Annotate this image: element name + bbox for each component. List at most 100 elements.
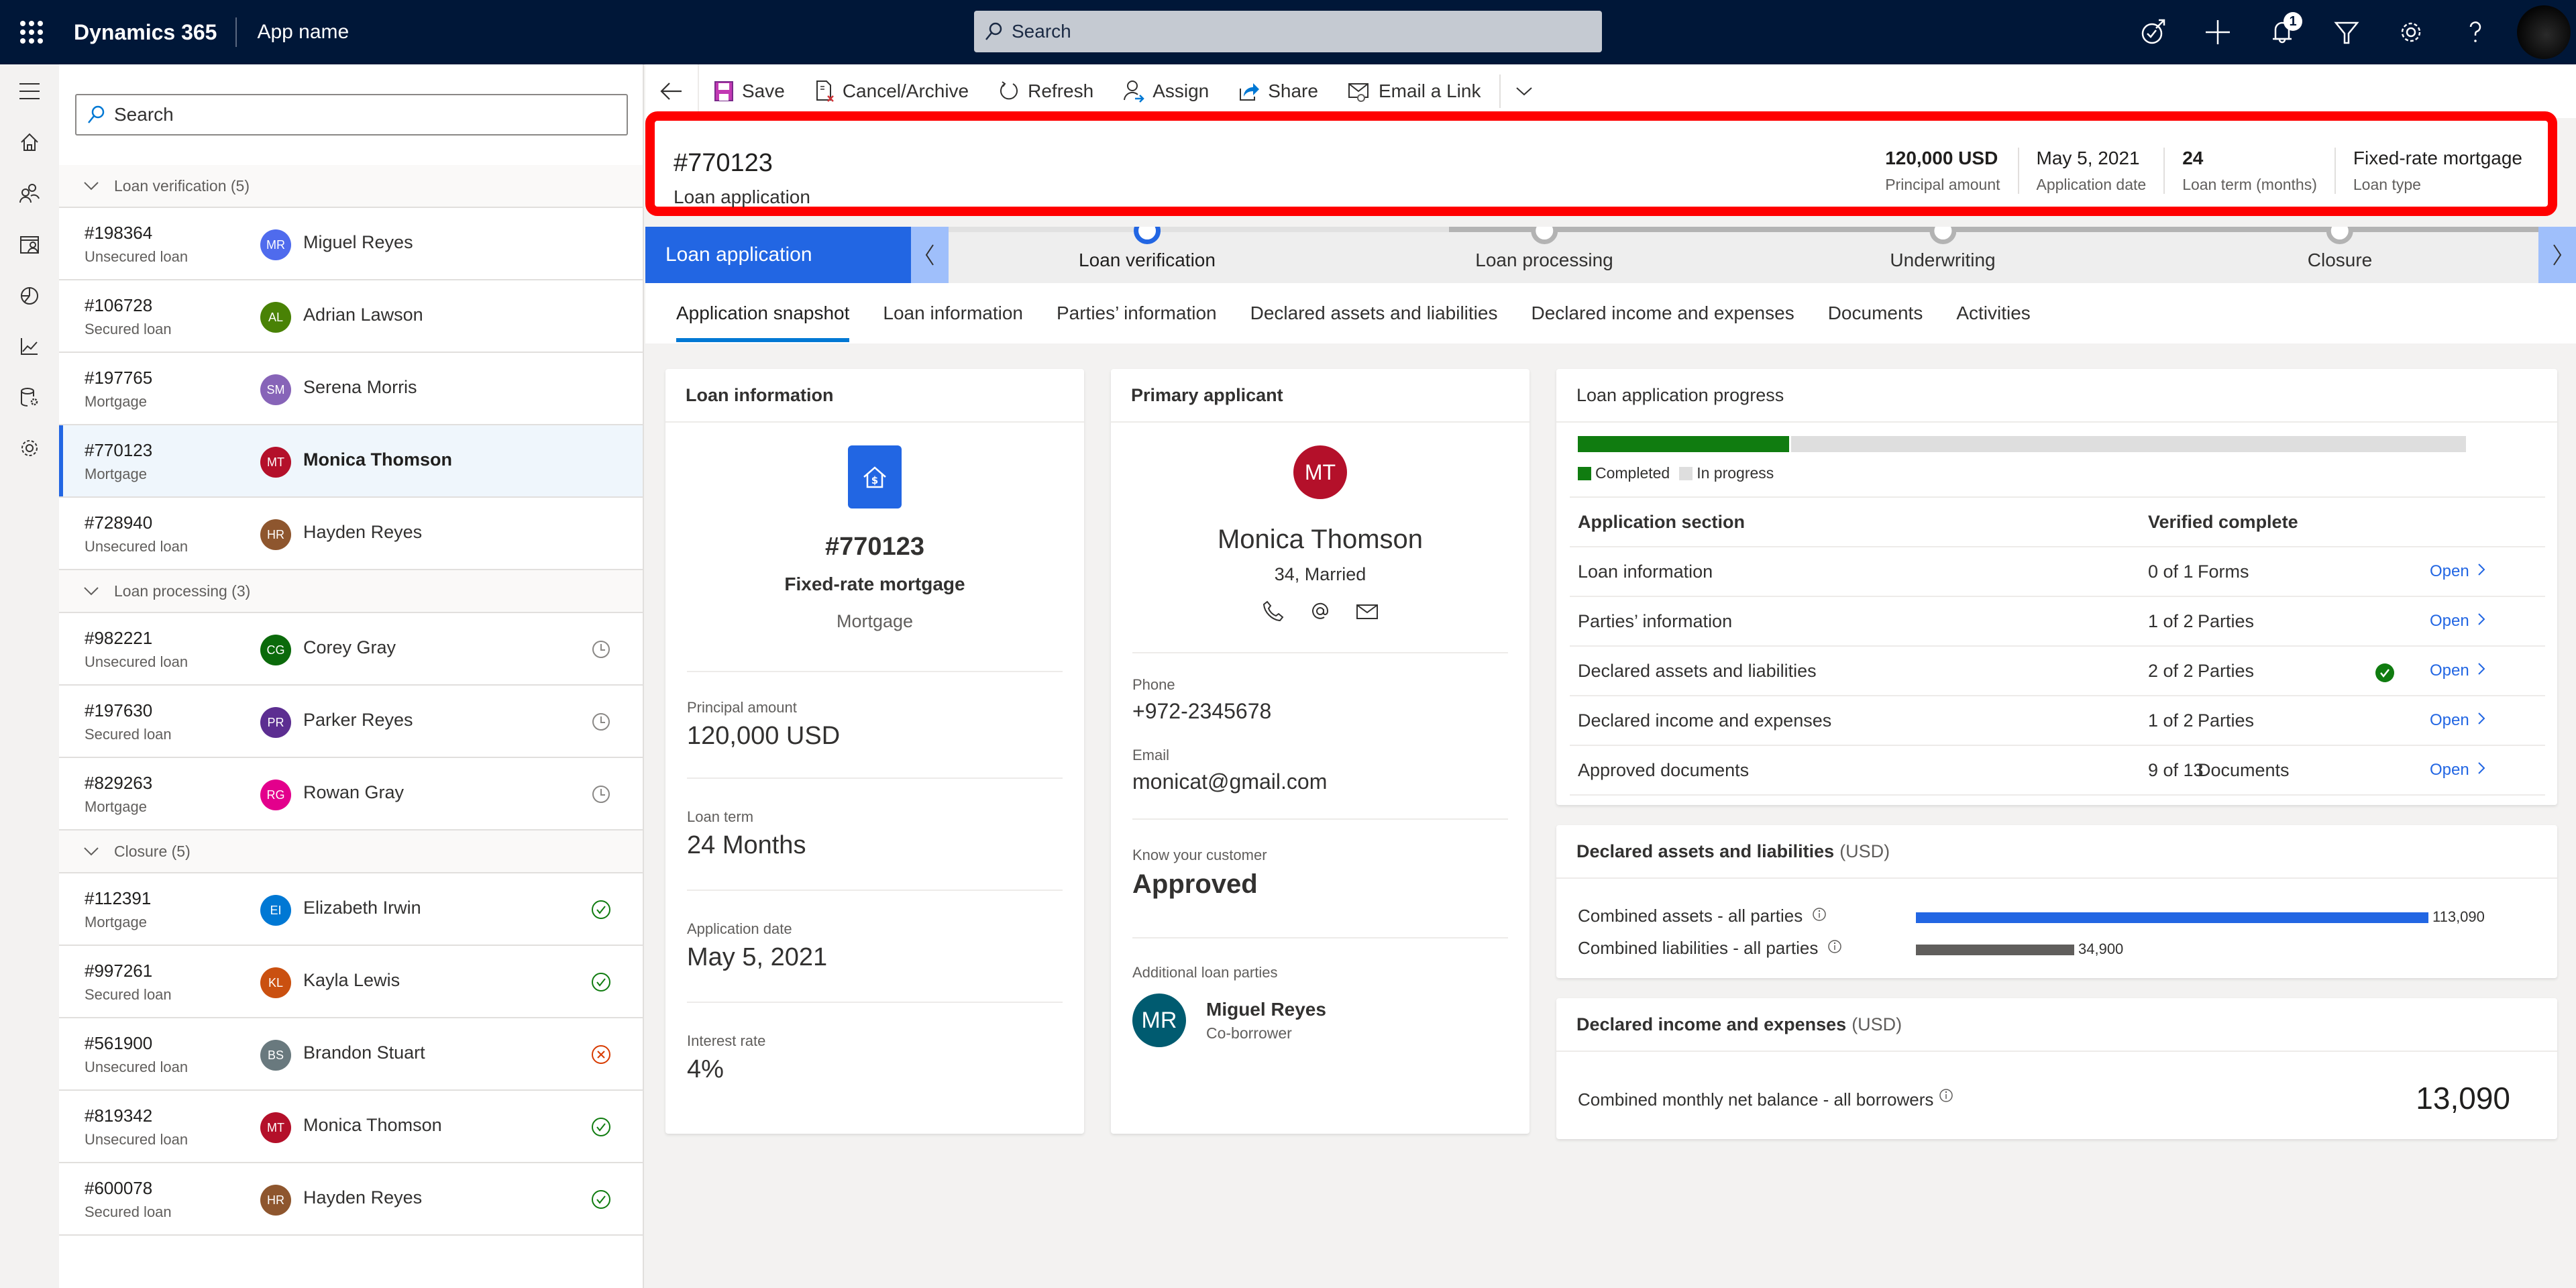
- progress-legend: Completed In progress: [1578, 464, 1774, 482]
- open-link[interactable]: Open: [2430, 711, 2487, 731]
- party-avatar: MR: [1132, 994, 1186, 1047]
- list-item[interactable]: #770123 Mortgage MT Monica Thomson: [59, 425, 643, 498]
- applicant-name: Kayla Lewis: [303, 970, 400, 990]
- avatar: SM: [260, 374, 291, 405]
- clock-icon: [590, 639, 612, 660]
- stage-label: Loan verification: [1079, 250, 1216, 270]
- info-icon[interactable]: [1939, 1088, 1953, 1103]
- stage-indicator: [1929, 227, 1956, 244]
- app-launcher-button[interactable]: [0, 0, 63, 64]
- list-item[interactable]: #106728 Secured loan AL Adrian Lawson: [59, 280, 643, 353]
- app-name[interactable]: App name: [237, 21, 349, 44]
- list-item[interactable]: #600078 Secured loan HR Hayden Reyes: [59, 1163, 643, 1236]
- bar-label-text: Combined assets - all parties: [1578, 906, 1803, 926]
- bpf-process-name[interactable]: Loan application: [645, 227, 911, 283]
- list-item[interactable]: #982221 Unsecured loan CG Corey Gray: [59, 613, 643, 686]
- rail-analytics[interactable]: [0, 270, 59, 321]
- check-circle-icon: [590, 1116, 612, 1138]
- cancel-archive-button[interactable]: Cancel/Archive: [800, 64, 983, 118]
- bpf-stage[interactable]: Loan processing: [1475, 217, 1613, 271]
- list-item[interactable]: #728940 Unsecured loan HR Hayden Reyes: [59, 498, 643, 570]
- open-link[interactable]: Open: [2430, 612, 2487, 631]
- list-search-input[interactable]: Search: [75, 94, 628, 136]
- section-name: Loan information: [1578, 561, 1713, 582]
- settings-button[interactable]: [2379, 0, 2443, 64]
- phone-value[interactable]: +972-2345678: [1132, 699, 1508, 724]
- assign-button[interactable]: Assign: [1108, 64, 1224, 118]
- rail-home[interactable]: [0, 117, 59, 168]
- bpf-stage[interactable]: Loan verification: [1079, 217, 1216, 271]
- user-avatar[interactable]: [2517, 5, 2571, 59]
- mail-icon[interactable]: [1356, 600, 1379, 623]
- loan-number: #770123: [825, 533, 924, 561]
- tab[interactable]: Loan information: [883, 283, 1023, 343]
- avatar: EI: [260, 895, 291, 926]
- tab[interactable]: Declared income and expenses: [1531, 283, 1794, 343]
- party-item[interactable]: MR Miguel Reyes Co-borrower: [1111, 994, 1529, 1047]
- rail-menu-button[interactable]: [0, 66, 59, 117]
- list-item[interactable]: #829263 Mortgage RG Rowan Gray: [59, 758, 643, 830]
- legend-swatch-in-progress: [1679, 466, 1693, 480]
- loan-type: Mortgage: [85, 393, 147, 410]
- nav-rail: [0, 64, 59, 1288]
- info-icon[interactable]: [1818, 938, 1842, 959]
- applicant-name: Hayden Reyes: [303, 1187, 423, 1208]
- rail-reports[interactable]: [0, 321, 59, 372]
- rail-data-settings[interactable]: [0, 372, 59, 423]
- list-item[interactable]: #197765 Mortgage SM Serena Morris: [59, 353, 643, 425]
- loan-type: Unsecured loan: [85, 653, 189, 670]
- list-item[interactable]: #198364 Unsecured loan MR Miguel Reyes: [59, 208, 643, 280]
- help-button[interactable]: [2443, 0, 2508, 64]
- card-title-unit: (USD): [1839, 841, 1890, 861]
- bpf-previous-button[interactable]: [911, 227, 949, 283]
- rail-appointments[interactable]: [0, 219, 59, 270]
- list-item[interactable]: #997261 Secured loan KL Kayla Lewis: [59, 946, 643, 1018]
- brand-name[interactable]: Dynamics 365: [63, 20, 235, 45]
- tab[interactable]: Documents: [1828, 283, 1923, 343]
- list-item[interactable]: #819342 Unsecured loan MT Monica Thomson: [59, 1091, 643, 1163]
- bpf-stage[interactable]: Underwriting: [1890, 217, 1996, 271]
- progress-bar-completed: [1578, 436, 1791, 452]
- rail-contacts[interactable]: [0, 168, 59, 219]
- group-header[interactable]: Loan verification (5): [59, 165, 643, 208]
- header-field: 120,000 USD Principal amount: [1868, 148, 2017, 194]
- group-header[interactable]: Closure (5): [59, 830, 643, 873]
- tab[interactable]: Parties’ information: [1057, 283, 1217, 343]
- list-item[interactable]: #561900 Unsecured loan BS Brandon Stuart: [59, 1018, 643, 1091]
- bpf-next-button[interactable]: [2538, 227, 2576, 283]
- new-record-button[interactable]: [2186, 0, 2250, 64]
- at-sign-icon[interactable]: [1309, 600, 1332, 623]
- notifications-button[interactable]: 1: [2250, 0, 2314, 64]
- back-button[interactable]: [645, 64, 699, 118]
- group-header[interactable]: Loan processing (3): [59, 570, 643, 613]
- list-item[interactable]: #112391 Mortgage EI Elizabeth Irwin: [59, 873, 643, 946]
- header-field-label: Loan type: [2353, 176, 2421, 193]
- task-flow-button[interactable]: [2121, 0, 2186, 64]
- rail-settings[interactable]: [0, 423, 59, 474]
- filter-button[interactable]: [2314, 0, 2379, 64]
- progress-row: Declared assets and liabilities 2 of 2 Par…: [1570, 647, 2545, 696]
- loan-id: #819342: [85, 1106, 153, 1126]
- tab[interactable]: Application snapshot: [676, 283, 850, 343]
- avatar: MT: [260, 447, 291, 478]
- bpf-stage[interactable]: Closure: [2308, 217, 2372, 271]
- global-search-input[interactable]: Search: [974, 11, 1602, 52]
- list-item[interactable]: #197630 Secured loan PR Parker Reyes: [59, 686, 643, 758]
- share-button[interactable]: Share: [1224, 64, 1333, 118]
- email-value[interactable]: monicat@gmail.com: [1132, 769, 1508, 794]
- assign-icon: [1124, 80, 1144, 103]
- save-button[interactable]: Save: [699, 64, 800, 118]
- tab[interactable]: Activities: [1956, 283, 2030, 343]
- email-link-button[interactable]: Email a Link: [1333, 64, 1496, 118]
- tab[interactable]: Declared assets and liabilities: [1250, 283, 1498, 343]
- more-commands-button[interactable]: [1501, 64, 1556, 118]
- open-link[interactable]: Open: [2430, 562, 2487, 582]
- open-label: Open: [2430, 562, 2469, 580]
- phone-icon[interactable]: [1262, 600, 1285, 623]
- refresh-button[interactable]: Refresh: [983, 64, 1108, 118]
- top-bar: Dynamics 365 App name Search 1: [0, 0, 2576, 64]
- open-link[interactable]: Open: [2430, 761, 2487, 780]
- applicant-name[interactable]: Monica Thomson: [1111, 525, 1529, 555]
- info-icon[interactable]: [1803, 906, 1827, 926]
- open-link[interactable]: Open: [2430, 661, 2487, 681]
